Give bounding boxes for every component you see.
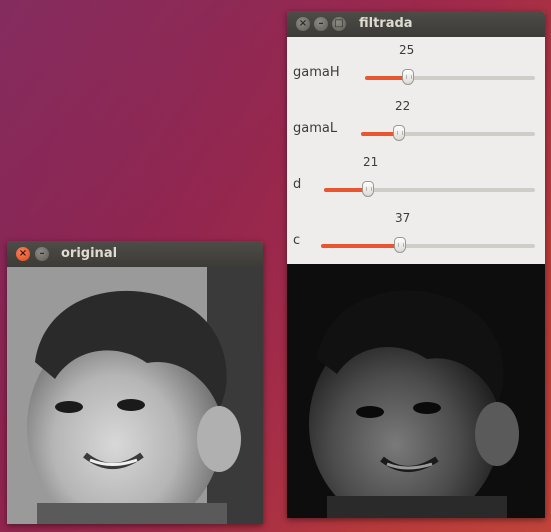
- trackbar-label: d: [293, 177, 302, 192]
- trackbar-label: c: [293, 233, 301, 248]
- trackbar-label: gamaH: [293, 65, 340, 80]
- slider-thumb[interactable]: [362, 181, 375, 197]
- trackbar-gamaH: gamaH 25: [287, 43, 545, 99]
- original-titlebar[interactable]: × – original: [7, 241, 263, 267]
- trackbar-gamaL: gamaL 22: [287, 99, 545, 155]
- filtered-image: [287, 264, 545, 518]
- original-window: × – original: [7, 241, 263, 524]
- close-icon: ×: [18, 248, 28, 259]
- trackbar-value: 21: [363, 155, 379, 169]
- close-button[interactable]: ×: [296, 17, 310, 31]
- minimize-button[interactable]: –: [314, 17, 328, 31]
- close-icon: ×: [298, 18, 308, 29]
- slider-track[interactable]: [324, 181, 535, 197]
- minimize-button[interactable]: –: [35, 247, 49, 261]
- trackbar-value: 25: [399, 43, 415, 57]
- trackbar-c: c 37: [287, 211, 545, 267]
- filtrada-window: × – □ filtrada gamaH 25 gamaL 22 d 21 c …: [287, 11, 545, 518]
- trackbar-label: gamaL: [293, 121, 338, 136]
- window-title: original: [61, 246, 118, 261]
- window-title: filtrada: [359, 16, 413, 31]
- trackbar-panel: gamaH 25 gamaL 22 d 21 c 37: [287, 37, 545, 264]
- trackbar-d: d 21: [287, 155, 545, 211]
- minimize-icon: –: [39, 248, 45, 259]
- filtrada-titlebar[interactable]: × – □ filtrada: [287, 11, 545, 37]
- slider-thumb[interactable]: [393, 125, 406, 141]
- original-image: [7, 267, 263, 524]
- slider-track[interactable]: [321, 237, 535, 253]
- slider-track[interactable]: [361, 125, 535, 141]
- slider-thumb[interactable]: [401, 69, 414, 85]
- slider-fill: [321, 244, 401, 248]
- minimize-icon: –: [318, 18, 324, 29]
- maximize-icon: □: [334, 18, 344, 29]
- slider-thumb[interactable]: [394, 237, 407, 253]
- trackbar-value: 22: [395, 99, 411, 113]
- maximize-button[interactable]: □: [332, 17, 346, 31]
- close-button[interactable]: ×: [16, 247, 30, 261]
- trackbar-value: 37: [395, 211, 411, 225]
- slider-track[interactable]: [365, 69, 535, 85]
